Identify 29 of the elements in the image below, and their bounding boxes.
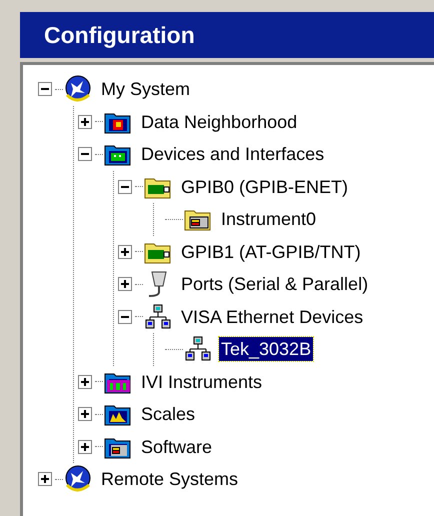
globe-icon — [63, 465, 93, 494]
tree-item[interactable]: GPIB1 (AT-GPIB/TNT) — [179, 240, 363, 264]
expand-button[interactable] — [78, 114, 92, 129]
collapse-button[interactable] — [78, 147, 92, 162]
collapse-button[interactable] — [118, 310, 132, 324]
tree-item[interactable]: Scales — [139, 402, 198, 426]
expand-button[interactable] — [78, 407, 92, 422]
tree-item[interactable]: VISA Ethernet Devices — [179, 304, 366, 329]
expand-button[interactable] — [118, 277, 132, 292]
tree-item[interactable]: My System — [99, 77, 192, 102]
tree-item[interactable]: GPIB0 (GPIB-ENET) — [179, 174, 350, 199]
tree-item[interactable]: Remote Systems — [99, 467, 240, 492]
tree-item[interactable]: Software — [139, 434, 214, 459]
tree-item[interactable]: Devices and Interfaces — [139, 142, 326, 166]
expand-button[interactable] — [78, 440, 92, 454]
collapse-button[interactable] — [118, 180, 132, 194]
expand-button[interactable] — [78, 374, 92, 389]
expand-button[interactable] — [38, 472, 52, 486]
collapse-button[interactable] — [38, 82, 52, 96]
tree-item[interactable]: Ports (Serial & Parallel) — [179, 272, 370, 296]
network-icon — [184, 336, 212, 362]
panel-title: Configuration — [44, 20, 195, 50]
globe-icon — [63, 75, 93, 104]
expand-button[interactable] — [118, 244, 132, 259]
tree-item[interactable]: IVI Instruments — [139, 370, 264, 394]
tree-item[interactable]: Tek_3032B — [219, 337, 314, 362]
tree-item[interactable]: Instrument0 — [219, 207, 318, 232]
tree-item[interactable]: Data Neighborhood — [139, 110, 300, 134]
network-icon — [144, 304, 172, 330]
